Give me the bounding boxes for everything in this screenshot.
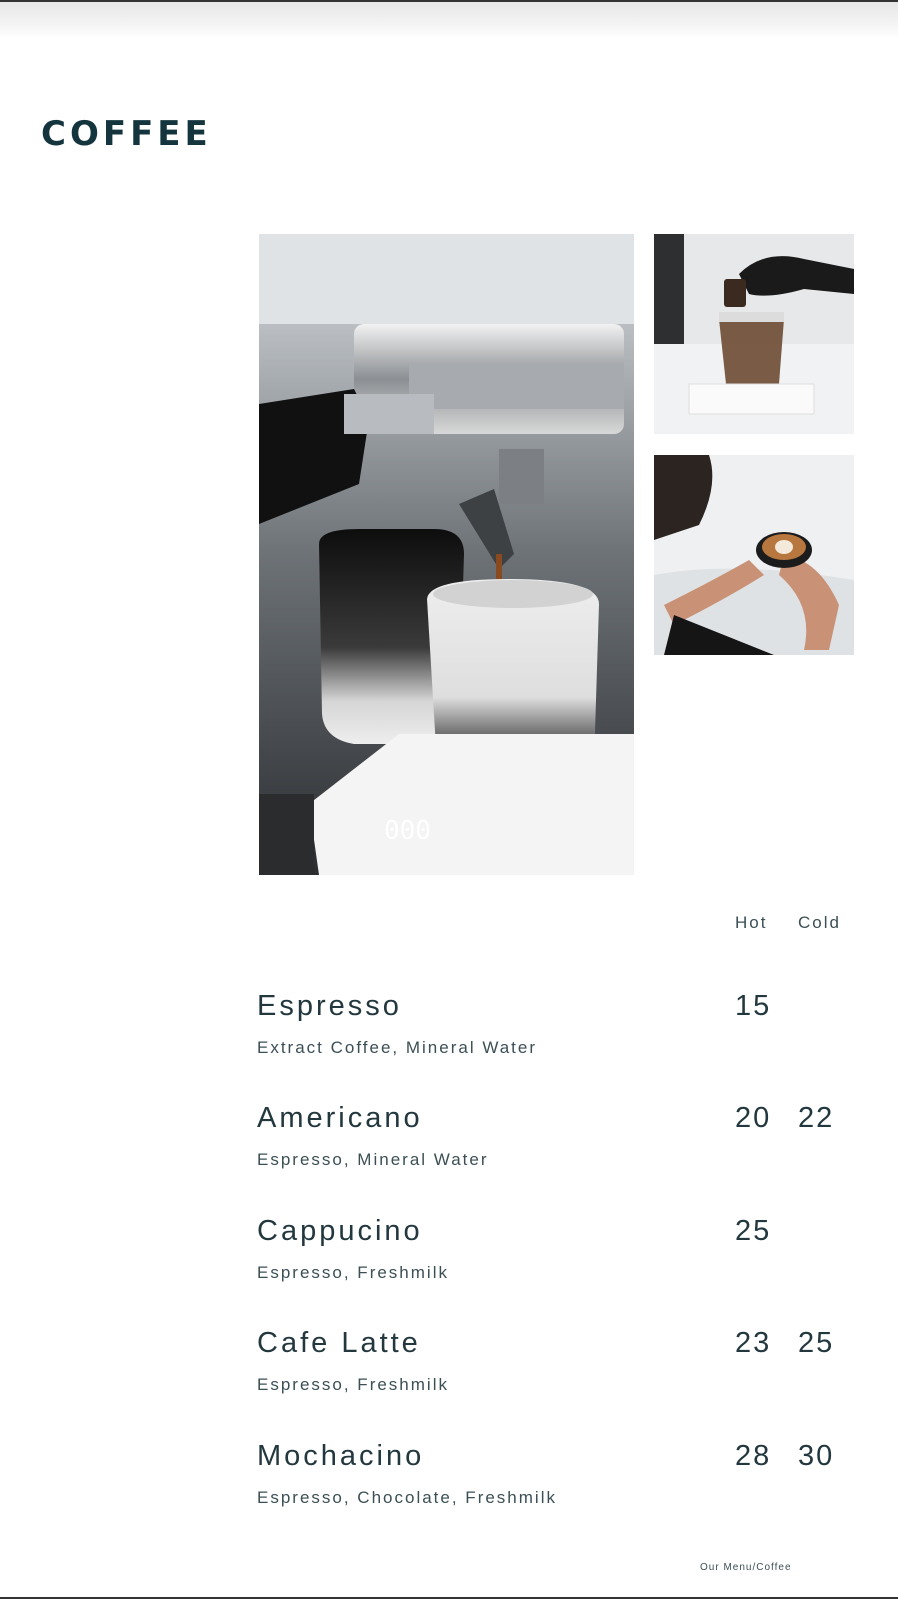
price-hot: 15 xyxy=(735,990,772,1022)
item-name: Cafe Latte xyxy=(257,1327,421,1359)
espresso-extraction-photo: 000 xyxy=(259,234,634,875)
page-title: COFFEE xyxy=(41,114,212,154)
item-name: Americano xyxy=(257,1102,423,1134)
menu-item: Mochacino Espresso, Chocolate, Freshmilk… xyxy=(257,1440,857,1540)
breadcrumb: Our Menu/Coffee xyxy=(700,1562,792,1573)
price-cold: 25 xyxy=(798,1327,835,1359)
menu-item: Cafe Latte Espresso, Freshmilk 23 25 xyxy=(257,1327,857,1427)
item-name: Cappucino xyxy=(257,1215,423,1247)
item-name: Mochacino xyxy=(257,1440,425,1472)
price-hot: 28 xyxy=(735,1440,772,1472)
top-bar xyxy=(0,0,898,38)
menu-item: Cappucino Espresso, Freshmilk 25 xyxy=(257,1215,857,1315)
latte-art-photo xyxy=(654,455,854,655)
item-description: Espresso, Mineral Water xyxy=(257,1150,489,1169)
price-cold: 30 xyxy=(798,1440,835,1472)
item-name: Espresso xyxy=(257,990,402,1022)
svg-text:000: 000 xyxy=(384,816,431,846)
hot-column-header: Hot xyxy=(735,913,768,932)
price-hot: 25 xyxy=(735,1215,772,1247)
item-description: Espresso, Freshmilk xyxy=(257,1375,449,1394)
item-description: Espresso, Freshmilk xyxy=(257,1263,449,1282)
cold-column-header: Cold xyxy=(798,913,841,932)
iced-coffee-pour-photo xyxy=(654,234,854,434)
price-cold: 22 xyxy=(798,1102,835,1134)
menu-item: Espresso Extract Coffee, Mineral Water 1… xyxy=(257,990,857,1090)
menu-item: Americano Espresso, Mineral Water 20 22 xyxy=(257,1102,857,1202)
item-description: Extract Coffee, Mineral Water xyxy=(257,1038,538,1057)
price-hot: 20 xyxy=(735,1102,772,1134)
price-hot: 23 xyxy=(735,1327,772,1359)
item-description: Espresso, Chocolate, Freshmilk xyxy=(257,1488,557,1507)
